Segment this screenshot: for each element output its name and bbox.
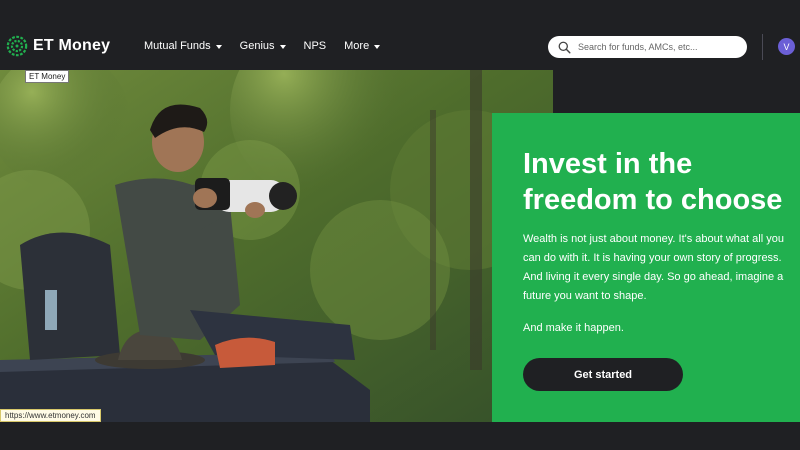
- nav-item-more[interactable]: More: [344, 40, 381, 52]
- hero-tagline: And make it happen.: [523, 322, 624, 334]
- footer-band: [0, 422, 800, 450]
- nav-item-label: Genius: [239, 40, 275, 52]
- search-bar: [548, 36, 747, 58]
- hero-panel: Invest in the freedom to choose Wealth i…: [492, 113, 800, 422]
- nav-item-mutual-funds[interactable]: Mutual Funds: [144, 40, 222, 52]
- nav-item-nps[interactable]: NPS: [304, 40, 327, 52]
- nav-divider: [762, 34, 763, 60]
- search-input[interactable]: [578, 42, 738, 52]
- hero-description-line: And living it every single day. So go ah…: [523, 271, 784, 283]
- et-money-logo-icon: [6, 35, 28, 57]
- brand-name: ET Money: [33, 37, 111, 54]
- chevron-down-icon: [279, 45, 286, 49]
- hero-photo: [0, 70, 553, 422]
- get-started-button[interactable]: Get started: [523, 358, 683, 391]
- brand-logo[interactable]: ET Money: [6, 35, 110, 57]
- nav-item-label: More: [344, 40, 370, 52]
- hero-description-line: can do with it. It is having your own st…: [523, 252, 782, 264]
- main-menu: Mutual Funds Genius NPS More: [144, 40, 398, 52]
- hero-title: Invest in the freedom to choose: [523, 146, 800, 218]
- hero-description-line: Wealth is not just about money. It's abo…: [523, 233, 784, 245]
- user-avatar[interactable]: V: [778, 38, 795, 55]
- nav-item-label: NPS: [303, 40, 327, 52]
- chevron-down-icon: [215, 45, 222, 49]
- status-url: https://www.etmoney.com: [0, 409, 101, 422]
- hero-image: [0, 70, 553, 422]
- hero-description-line: future you want to shape.: [523, 290, 647, 302]
- top-nav: ET Money Mutual Funds Genius NPS More Se…: [0, 0, 800, 70]
- chevron-down-icon: [374, 45, 381, 49]
- hero-description: Wealth is not just about money. It's abo…: [523, 230, 800, 306]
- nav-item-label: Mutual Funds: [144, 40, 211, 52]
- hero-title-line: Invest in the: [523, 148, 693, 180]
- hero-title-line: freedom to choose: [523, 184, 783, 216]
- logo-tooltip: ET Money: [25, 70, 70, 83]
- search-icon: [558, 41, 571, 54]
- nav-item-genius[interactable]: Genius: [240, 40, 286, 52]
- page: ET Money Mutual Funds Genius NPS More Se…: [0, 0, 800, 450]
